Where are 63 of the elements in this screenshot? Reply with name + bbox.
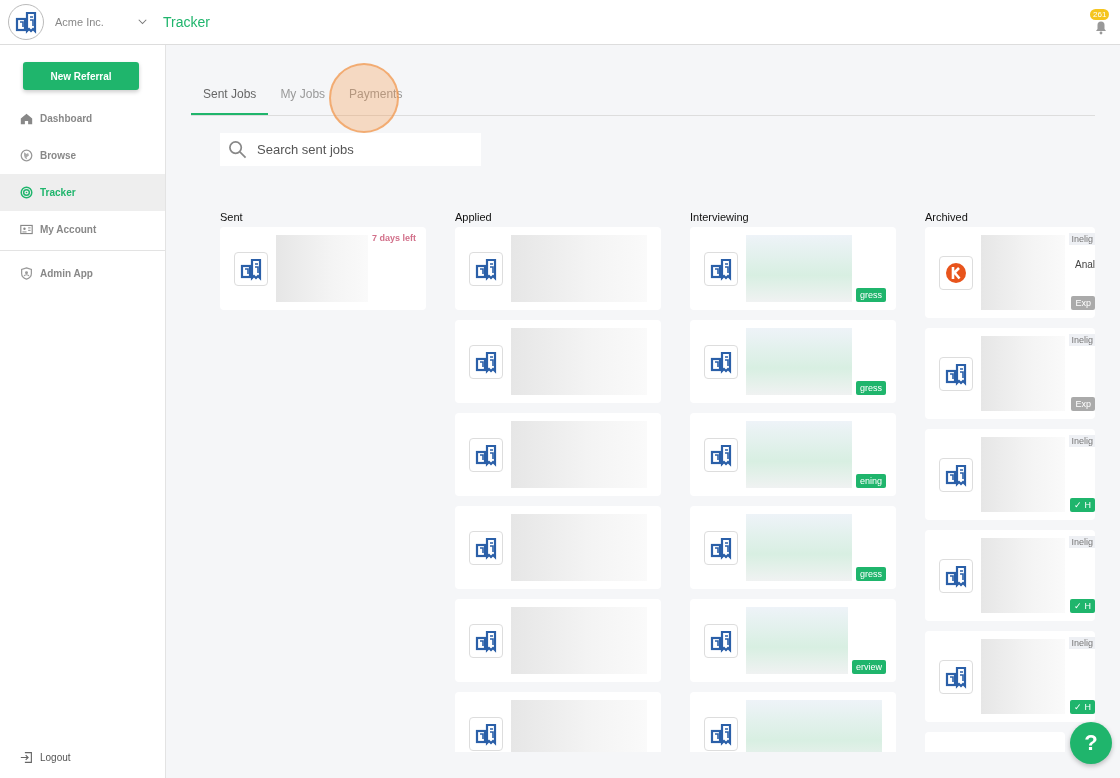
company-name: Acme Inc. [55, 16, 105, 28]
status-tag: Inelig [1069, 637, 1095, 649]
status-badge: ✓ H [1070, 700, 1095, 714]
job-card[interactable]: erview [690, 599, 896, 682]
job-card[interactable] [455, 506, 661, 589]
search-field[interactable]: Search sent jobs [220, 133, 481, 166]
job-card[interactable]: Inelig Exp [925, 328, 1095, 419]
tab[interactable]: My Jobs [268, 79, 338, 115]
column-heading: Archived [925, 211, 969, 223]
nav-item[interactable]: Browse [0, 137, 165, 174]
target-icon [20, 186, 33, 199]
job-card[interactable] [455, 413, 661, 496]
logout-icon [20, 751, 33, 764]
job-card[interactable] [455, 227, 661, 310]
search-icon [228, 140, 247, 159]
status-tag: Inelig [1069, 435, 1095, 447]
job-card[interactable]: Inelig Anal Exp [925, 227, 1095, 318]
job-card[interactable] [690, 692, 896, 752]
page-title: Tracker [163, 14, 210, 30]
logout-link[interactable]: Logout [0, 739, 165, 776]
job-card[interactable] [455, 320, 661, 403]
status-badge: ✓ H [1070, 498, 1095, 512]
job-card[interactable]: gress [690, 227, 896, 310]
nav-item[interactable]: My Account [0, 211, 165, 248]
job-card[interactable]: gress [690, 506, 896, 589]
job-card[interactable] [455, 599, 661, 682]
job-card[interactable]: ening [690, 413, 896, 496]
column-heading: Applied [455, 211, 493, 223]
job-title-text: Anal [1075, 259, 1095, 270]
bell-icon [1093, 19, 1109, 35]
help-button[interactable]: ? [1070, 722, 1112, 764]
time-left-label: 7 days left [371, 233, 416, 243]
id-card-icon [20, 223, 33, 236]
shield-icon [20, 267, 33, 280]
job-card[interactable]: Inelig ✓ H [925, 429, 1095, 520]
job-card[interactable]: 7 days left [220, 227, 426, 310]
nav-item[interactable]: Admin App [0, 255, 165, 292]
job-card[interactable]: Inelig ✓ H [925, 530, 1095, 621]
status-badge: gress [856, 567, 886, 581]
chevron-down-icon [138, 19, 147, 25]
tab[interactable]: Sent Jobs [191, 79, 269, 115]
status-badge: gress [856, 288, 886, 302]
status-badge: erview [852, 660, 886, 674]
nav-item[interactable]: Dashboard [0, 100, 165, 137]
nav-item[interactable]: Tracker [0, 174, 165, 211]
status-tag: Inelig [1069, 334, 1095, 346]
status-badge: Exp [1071, 397, 1095, 411]
status-tag: Inelig [1069, 536, 1095, 548]
column-heading: Interviewing [690, 211, 750, 223]
home-icon [20, 112, 33, 125]
status-badge: ✓ H [1070, 599, 1095, 613]
notification-badge: 261 [1090, 9, 1110, 20]
new-referral-button[interactable]: New Referral [23, 62, 139, 90]
globe-icon [20, 149, 33, 162]
job-card[interactable]: gress [690, 320, 896, 403]
status-badge: ening [855, 474, 886, 488]
status-badge: Exp [1071, 296, 1095, 310]
column-heading: Sent [220, 211, 244, 223]
status-badge: gress [856, 381, 886, 395]
status-tag: Inelig [1069, 233, 1095, 245]
job-card[interactable]: Inelig ✓ H [925, 631, 1095, 722]
job-card[interactable] [455, 692, 661, 752]
building-logo-icon [14, 10, 38, 34]
